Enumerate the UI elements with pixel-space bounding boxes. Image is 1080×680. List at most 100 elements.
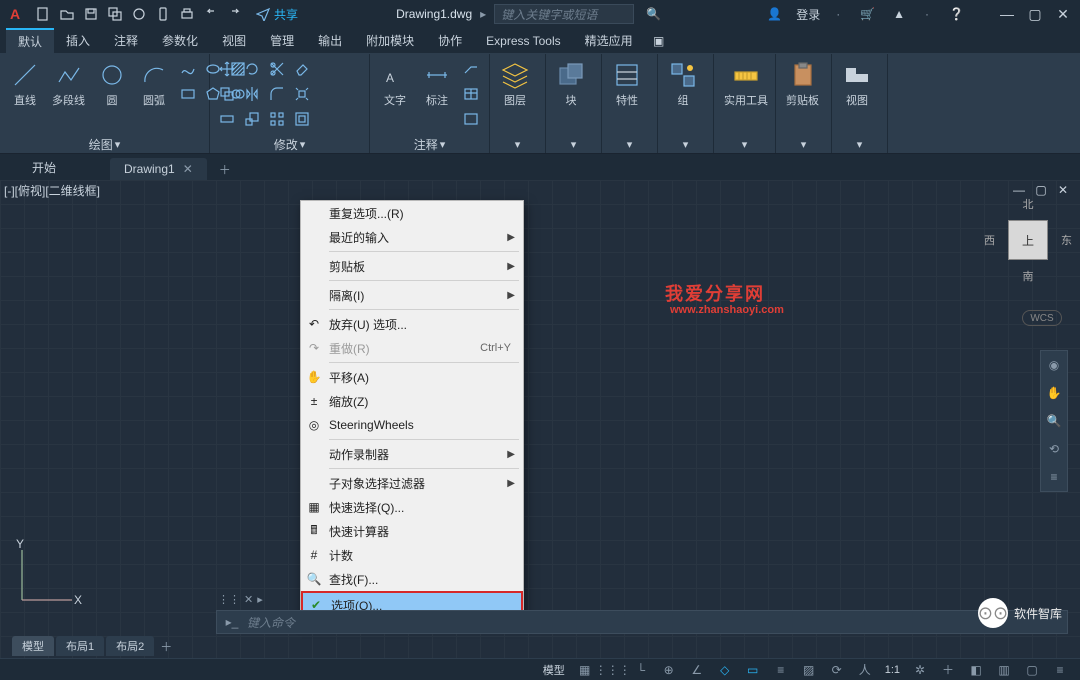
util-button[interactable]: 实用工具 [720,58,772,110]
erase-icon[interactable] [291,58,313,80]
customize-icon[interactable]: ＋ [936,661,960,679]
move-icon[interactable] [216,58,238,80]
ctx-subfilter[interactable]: 子对象选择过滤器▶ [301,471,523,495]
view-button[interactable]: 视图 [838,58,876,110]
ctx-find[interactable]: 🔍查找(F)... [301,567,523,591]
ctx-qcalc[interactable]: 🖩快速计算器 [301,519,523,543]
grid-icon[interactable]: ▦ [573,661,597,679]
track-icon[interactable]: ∠ [685,661,709,679]
login-label[interactable]: 登录 [796,6,820,23]
search-icon[interactable]: 🔍 [642,7,665,21]
user-icon[interactable]: 👤 [763,7,786,21]
vp-close-button[interactable]: ✕ [1054,182,1072,198]
lineweight-icon[interactable]: ≡ [769,661,793,679]
ctx-undo[interactable]: ↶放弃(U) 选项... [301,312,523,336]
close-button[interactable]: ✕ [1052,3,1074,25]
ctx-qselect[interactable]: ▦快速选择(Q)... [301,495,523,519]
fillet-icon[interactable] [266,83,288,105]
dimension-button[interactable]: 标注 [418,58,456,110]
mobile-icon[interactable] [152,3,174,25]
cycle-icon[interactable]: ⟳ [825,661,849,679]
table-icon[interactable] [460,83,482,105]
tab-addin[interactable]: 附加模块 [354,28,426,53]
polyline-button[interactable]: 多段线 [48,58,89,110]
status-model[interactable]: 模型 [539,662,569,678]
offset-icon[interactable] [291,108,313,130]
explode-icon[interactable] [291,83,313,105]
undo-icon[interactable] [200,3,222,25]
cmd-input[interactable]: 键入命令 [247,614,1067,631]
save-icon[interactable] [80,3,102,25]
hardware-icon[interactable]: ▥ [992,661,1016,679]
tab-start[interactable]: 开始 [18,155,70,180]
snap-icon[interactable]: ⋮⋮⋮ [601,661,625,679]
viewcube-face[interactable]: 上 [1008,220,1048,260]
spline-icon[interactable] [177,58,199,80]
nav-pan-icon[interactable]: ✋ [1044,383,1064,403]
leader-icon[interactable] [460,58,482,80]
ctx-isolate[interactable]: 隔离(I)▶ [301,283,523,307]
ctx-action[interactable]: 动作录制器▶ [301,442,523,466]
transparency-icon[interactable]: ▨ [797,661,821,679]
copy-icon[interactable] [216,83,238,105]
nav-zoom-icon[interactable]: 🔍 [1044,411,1064,431]
panel-annotate-title[interactable]: 注释 ▾ [376,135,483,153]
gear-icon[interactable]: ✲ [908,661,932,679]
menu-icon[interactable]: ≡ [1048,661,1072,679]
iso-icon[interactable]: ◧ [964,661,988,679]
tab-default[interactable]: 默认 [6,28,54,53]
minimize-button[interactable]: — [996,3,1018,25]
command-line[interactable]: ▸_ 键入命令 [216,610,1068,634]
ucs-icon[interactable]: Y X [12,540,82,610]
layout-1[interactable]: 布局1 [56,636,104,656]
stretch-icon[interactable] [216,108,238,130]
new-icon[interactable] [32,3,54,25]
block-button[interactable]: 块 [552,58,590,110]
ctx-clipboard[interactable]: 剪贴板▶ [301,254,523,278]
share-button[interactable]: 共享 [256,6,298,23]
open-icon[interactable] [56,3,78,25]
tab-view[interactable]: 视图 [210,28,258,53]
redo-icon[interactable] [224,3,246,25]
close-icon[interactable]: ✕ [183,162,193,176]
autodesk-icon[interactable]: ▲ [889,7,909,21]
ctx-count[interactable]: #计数 [301,543,523,567]
tab-annotation[interactable]: 注释 [102,28,150,53]
layout-add-button[interactable]: ＋ [156,638,176,655]
viewport-label[interactable]: [-][俯视][二维线框] [4,182,100,199]
rotate-icon[interactable] [241,58,263,80]
group-button[interactable]: 组 [664,58,702,110]
vp-maximize-button[interactable]: ▢ [1032,182,1050,198]
nav-fullnav-icon[interactable]: ◉ [1044,355,1064,375]
tab-express[interactable]: Express Tools [474,28,572,53]
clipboard-button[interactable]: 剪贴板 [782,58,823,110]
print-icon[interactable] [176,3,198,25]
tab-insert[interactable]: 插入 [54,28,102,53]
tab-parametric[interactable]: 参数化 [150,28,210,53]
search-input[interactable]: 键入关键字或短语 [494,4,634,24]
status-scale[interactable]: 1:1 [881,664,904,676]
chevron-right-icon[interactable]: ▸ [257,593,263,606]
wcs-badge[interactable]: WCS [1022,310,1062,326]
ctx-pan[interactable]: ✋平移(A) [301,365,523,389]
panel-draw-title[interactable]: 绘图 ▾ [6,135,203,153]
osnap-icon[interactable]: ◇ [713,661,737,679]
line-button[interactable]: 直线 [6,58,44,110]
saveas-icon[interactable] [104,3,126,25]
field-icon[interactable] [460,108,482,130]
array-icon[interactable] [266,108,288,130]
tab-more-icon[interactable]: ▣ [645,28,673,53]
tab-output[interactable]: 输出 [306,28,354,53]
dyninput-icon[interactable]: ▭ [741,661,765,679]
trim-icon[interactable] [266,58,288,80]
app-icon[interactable]: A [6,5,24,23]
web-icon[interactable] [128,3,150,25]
drawing-canvas[interactable]: [-][俯视][二维线框] — ▢ ✕ 重复选项...(R) 最近的输入▶ 剪贴… [0,180,1080,658]
arc-button[interactable]: 圆弧 [135,58,173,110]
layout-2[interactable]: 布局2 [106,636,154,656]
layout-model[interactable]: 模型 [12,636,54,656]
tab-featured[interactable]: 精选应用 [573,28,645,53]
help-icon[interactable]: ❔ [945,7,968,21]
anno-icon[interactable]: 人 [853,661,877,679]
close-icon[interactable]: ✕ [244,593,253,606]
